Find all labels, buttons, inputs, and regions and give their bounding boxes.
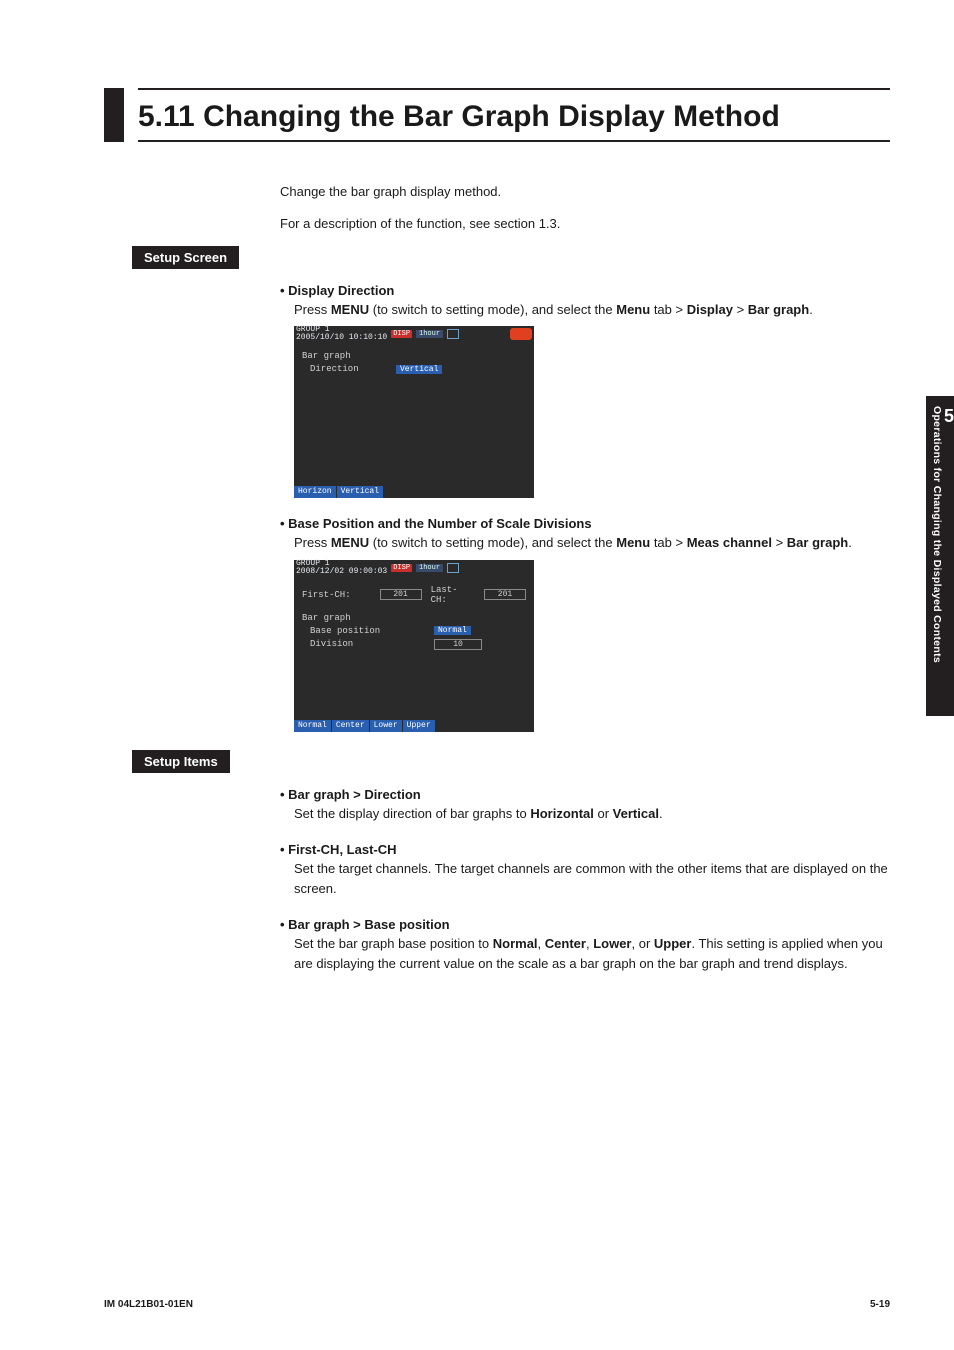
chapter-side-tab: 5 Operations for Changing the Displayed …	[926, 396, 954, 716]
base-position-body: Press MENU (to switch to setting mode), …	[294, 533, 890, 553]
page-footer: IM 04L21B01-01EN 5-19	[104, 1299, 890, 1310]
item-title: Bar graph > Base position	[280, 917, 890, 932]
item-basepos: Bar graph > Base position Set the bar gr…	[280, 917, 890, 974]
division-value: 10	[434, 639, 482, 650]
chapter-number: 5	[944, 406, 954, 427]
footer-btn: Upper	[403, 720, 435, 732]
screenshot-group: GROUP 12005/10/10 10:10:10	[296, 326, 387, 342]
screenshot-group: GROUP 12008/12/02 09:00:03	[296, 560, 387, 576]
section-heading: 5.11 Changing the Bar Graph Display Meth…	[104, 88, 890, 142]
row-label: Bar graph	[302, 351, 351, 361]
baseposition-value: Normal	[434, 626, 471, 635]
screenshot-baseposition: GROUP 12008/12/02 09:00:03 DISP 1hour Fi…	[294, 560, 534, 732]
camera-icon	[447, 329, 459, 339]
item-direction: Bar graph > Direction Set the display di…	[280, 787, 890, 824]
footer-btn: Lower	[370, 720, 402, 732]
division-label: Division	[302, 639, 396, 649]
heading-bar	[104, 88, 124, 142]
chapter-title: Operations for Changing the Displayed Co…	[931, 406, 943, 663]
hour-badge: 1hour	[416, 564, 443, 572]
row-label: Bar graph	[302, 613, 351, 623]
lastch-label: Last-CH:	[431, 585, 470, 605]
item-title: First-CH, Last-CH	[280, 842, 890, 857]
base-position-block: Base Position and the Number of Scale Di…	[280, 516, 890, 731]
firstch-label: First-CH:	[302, 590, 380, 600]
page-number: 5-19	[870, 1299, 890, 1310]
disp-badge: DISP	[391, 330, 412, 338]
firstch-value: 201	[380, 589, 422, 600]
manual-code: IM 04L21B01-01EN	[104, 1299, 193, 1310]
screenshot-footer: Horizon Vertical	[294, 486, 534, 498]
footer-btn: Center	[332, 720, 369, 732]
camera-icon	[447, 563, 459, 573]
item-body: Set the target channels. The target chan…	[294, 859, 890, 899]
screenshot-footer: Normal Center Lower Upper	[294, 720, 534, 732]
setup-items-label: Setup Items	[132, 750, 230, 773]
baseposition-label: Base position	[302, 626, 396, 636]
footer-btn: Normal	[294, 720, 331, 732]
base-position-title: Base Position and the Number of Scale Di…	[280, 516, 890, 531]
disp-badge: DISP	[391, 564, 412, 572]
lastch-value: 201	[484, 589, 526, 600]
setup-screen-label: Setup Screen	[132, 246, 239, 269]
display-direction-block: Display Direction Press MENU (to switch …	[280, 283, 890, 498]
display-direction-body: Press MENU (to switch to setting mode), …	[294, 300, 890, 320]
screenshot-direction: GROUP 12005/10/10 10:10:10 DISP 1hour Ba…	[294, 326, 534, 498]
intro-line: Change the bar graph display method.	[280, 182, 890, 202]
footer-btn: Horizon	[294, 486, 336, 498]
intro-block: Change the bar graph display method. For…	[280, 182, 890, 234]
direction-label: Direction	[302, 364, 396, 374]
item-body: Set the display direction of bar graphs …	[294, 804, 890, 824]
hour-badge: 1hour	[416, 330, 443, 338]
record-icon	[510, 328, 532, 340]
direction-value: Vertical	[396, 365, 442, 374]
footer-btn: Vertical	[337, 486, 383, 498]
screenshot-titlebar: GROUP 12005/10/10 10:10:10 DISP 1hour	[294, 326, 534, 342]
intro-line: For a description of the function, see s…	[280, 214, 890, 234]
item-title: Bar graph > Direction	[280, 787, 890, 802]
item-firstlast: First-CH, Last-CH Set the target channel…	[280, 842, 890, 899]
heading-text: 5.11 Changing the Bar Graph Display Meth…	[138, 88, 890, 142]
display-direction-title: Display Direction	[280, 283, 890, 298]
item-body: Set the bar graph base position to Norma…	[294, 934, 890, 974]
screenshot-titlebar: GROUP 12008/12/02 09:00:03 DISP 1hour	[294, 560, 534, 576]
